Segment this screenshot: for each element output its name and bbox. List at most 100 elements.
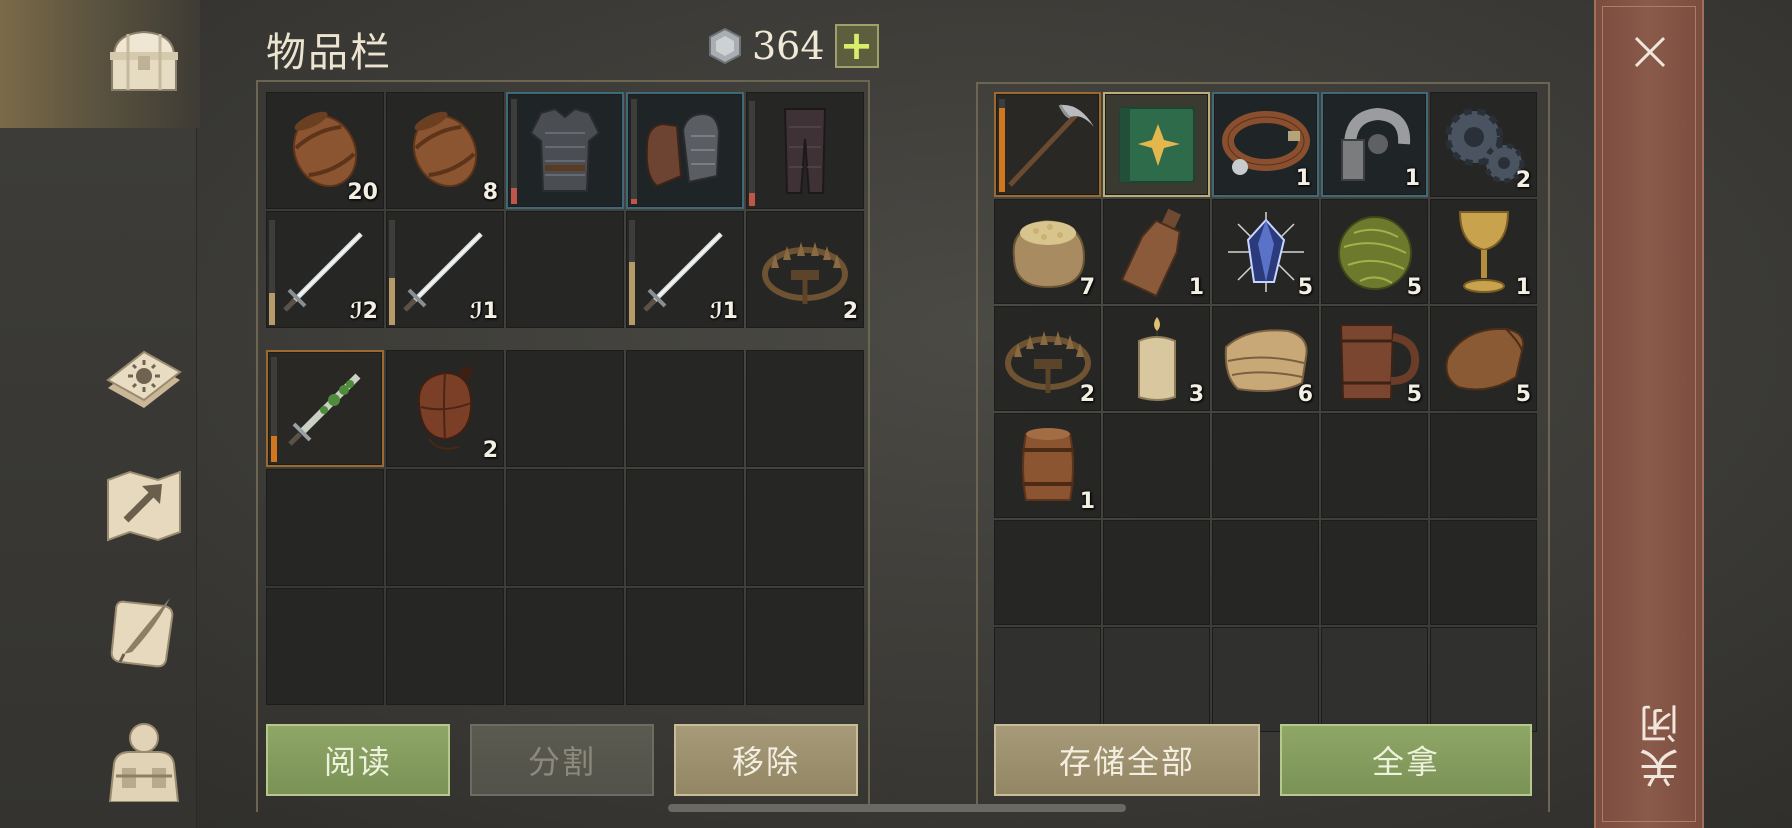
item-quantity: ℐ2	[349, 299, 378, 324]
item-slot[interactable]: 1	[1212, 92, 1319, 197]
item-quantity: 1	[1079, 489, 1095, 514]
add-currency-button[interactable]: +	[834, 24, 879, 68]
empty-slot[interactable]	[1321, 520, 1428, 625]
item-slot[interactable]: 5	[1430, 306, 1537, 411]
empty-slot[interactable]	[1430, 627, 1537, 732]
candle-icon	[1137, 316, 1176, 401]
item-slot[interactable]: 7	[994, 199, 1101, 304]
empty-slot[interactable]	[746, 469, 864, 586]
empty-slot[interactable]	[626, 350, 744, 467]
empty-slot[interactable]	[386, 588, 504, 705]
item-quantity: 8	[482, 180, 498, 205]
item-slot[interactable]	[626, 92, 744, 209]
item-slot[interactable]: 2	[746, 211, 864, 328]
item-slot[interactable]: 8	[386, 92, 504, 209]
item-slot[interactable]	[506, 92, 624, 209]
goblet-icon	[1458, 210, 1509, 293]
empty-slot[interactable]	[1321, 627, 1428, 732]
item-slot[interactable]: 1	[994, 413, 1101, 518]
item-slot[interactable]: 2	[386, 350, 504, 467]
item-slot[interactable]: ℐ1	[386, 211, 504, 328]
item-quantity: 2	[1079, 382, 1095, 407]
empty-slot[interactable]	[746, 350, 864, 467]
empty-slot[interactable]	[1212, 413, 1319, 518]
currency-display: 364 +	[706, 24, 879, 68]
empty-slot[interactable]	[386, 469, 504, 586]
empty-slot[interactable]	[506, 350, 624, 467]
item-quantity: 5	[1297, 275, 1313, 300]
item-slot[interactable]: 1	[1321, 92, 1428, 197]
item-slot[interactable]: ℐ2	[266, 211, 384, 328]
item-quantity: 1	[1515, 275, 1531, 300]
store-all-button[interactable]: 存储全部	[994, 724, 1260, 796]
empty-slot[interactable]	[506, 469, 624, 586]
map-arrow-icon	[107, 470, 181, 542]
nav-inventory-button[interactable]	[96, 14, 192, 110]
item-slot[interactable]: ℐ1	[626, 211, 744, 328]
item-slot[interactable]: 2	[994, 306, 1101, 411]
leggings-icon	[783, 107, 827, 194]
empty-slot[interactable]	[1321, 413, 1428, 518]
empty-slot[interactable]	[1103, 520, 1210, 625]
item-slot[interactable]: 5	[1212, 199, 1319, 304]
quill-scroll-icon	[110, 598, 174, 668]
item-quantity: 2	[1515, 168, 1531, 193]
item-quantity: 3	[1188, 382, 1204, 407]
item-quantity: 5	[1406, 275, 1422, 300]
nav-map-button[interactable]	[96, 456, 192, 552]
remove-button[interactable]: 移除	[674, 724, 858, 796]
item-slot[interactable]: 1	[1103, 199, 1210, 304]
empty-slot[interactable]	[746, 588, 864, 705]
empty-slot[interactable]	[994, 520, 1101, 625]
item-slot[interactable]: 6	[1212, 306, 1319, 411]
item-slot[interactable]: 3	[1103, 306, 1210, 411]
durability-fill	[269, 293, 275, 325]
empty-slot[interactable]	[1103, 627, 1210, 732]
chest-icon	[110, 30, 178, 91]
item-slot[interactable]	[994, 92, 1101, 197]
empty-slot[interactable]	[626, 588, 744, 705]
empty-slot[interactable]	[1430, 520, 1537, 625]
nav-skills-button[interactable]	[96, 330, 192, 426]
item-slot[interactable]: 1	[1430, 199, 1537, 304]
storage-grid: 1 1 2 7 1 5 5 1 2 3 6 5 5 1	[994, 92, 1537, 732]
empty-slot[interactable]	[266, 469, 384, 586]
empty-slot[interactable]	[626, 469, 744, 586]
item-slot[interactable]	[1103, 92, 1210, 197]
close-icon[interactable]	[1618, 20, 1682, 84]
green-book-icon	[1118, 106, 1195, 183]
empty-slot[interactable]	[506, 211, 624, 328]
scroll-indicator[interactable]	[668, 804, 1126, 812]
split-button[interactable]: 分割	[470, 724, 654, 796]
character-bust-icon	[108, 723, 180, 802]
item-slot[interactable]: 5	[1321, 306, 1428, 411]
item-slot[interactable]	[746, 92, 864, 209]
item-quantity: 5	[1406, 382, 1422, 407]
close-panel[interactable]: 关闭	[1594, 0, 1704, 828]
durability-bar	[511, 99, 517, 204]
bear-trap-icon	[762, 241, 848, 304]
empty-slot[interactable]	[1212, 520, 1319, 625]
durability-fill	[749, 193, 755, 206]
close-label[interactable]: 关闭	[1634, 700, 1692, 788]
barrel-icon	[412, 111, 478, 187]
empty-slot[interactable]	[1103, 413, 1210, 518]
item-slot[interactable]: 2	[1430, 92, 1537, 197]
empty-slot[interactable]	[266, 588, 384, 705]
empty-slot[interactable]	[506, 588, 624, 705]
item-slot[interactable]: 5	[1321, 199, 1428, 304]
durability-bar	[629, 220, 635, 325]
item-quantity: 7	[1079, 275, 1095, 300]
empty-slot[interactable]	[1212, 627, 1319, 732]
nav-journal-button[interactable]	[96, 584, 192, 680]
clay-bottle-icon	[1120, 208, 1181, 297]
read-button[interactable]: 阅读	[266, 724, 450, 796]
equipment-grid: 20 8 ℐ2 ℐ1 ℐ1 2	[266, 92, 864, 328]
empty-slot[interactable]	[1430, 413, 1537, 518]
item-slot[interactable]	[266, 350, 384, 467]
item-quantity: ℐ1	[709, 299, 738, 324]
item-slot[interactable]: 20	[266, 92, 384, 209]
take-all-button[interactable]: 全拿	[1280, 724, 1532, 796]
empty-slot[interactable]	[994, 627, 1101, 732]
nav-character-button[interactable]	[96, 712, 192, 808]
